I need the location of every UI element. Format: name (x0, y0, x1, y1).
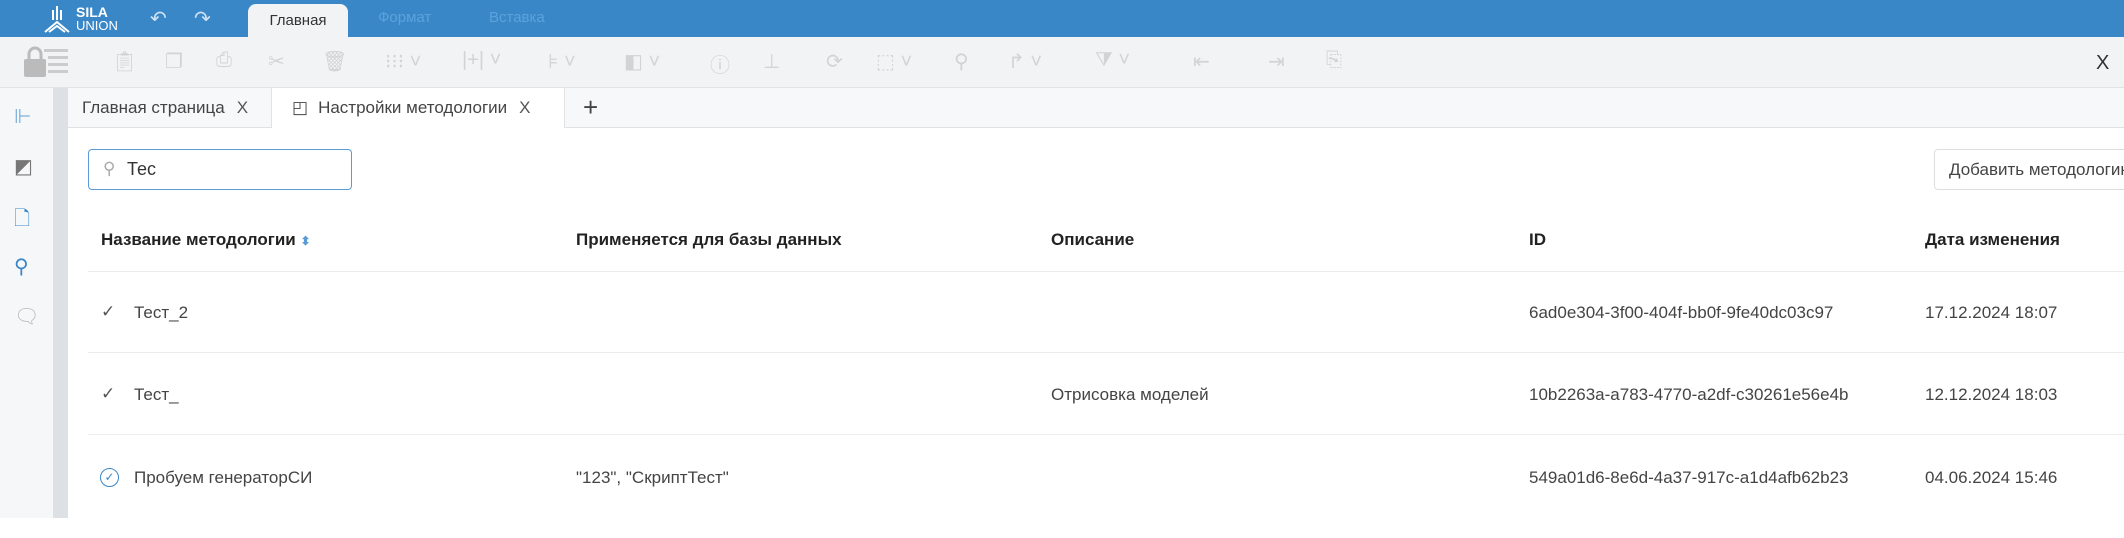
tab-home[interactable]: Главная страница X (68, 88, 272, 128)
cut-icon[interactable]: ✂ (268, 49, 285, 74)
add-methodology-button[interactable]: Добавить методологию (1934, 149, 2124, 190)
check-icon: ✓ (101, 384, 116, 403)
column-header-description[interactable]: Описание (1051, 230, 1134, 250)
insert-column-icon[interactable]: |+| ˅ (462, 49, 501, 72)
layers-icon[interactable]: ◧ ˅ (624, 49, 660, 74)
cell-date: 04.06.2024 15:46 (1925, 468, 2058, 487)
cell-id: 549a01d6-8e6d-4a37-917c-a1d4afb62b23 (1529, 468, 1849, 487)
title-bar: SILA UNION ↶ ↷ Главная Формат Вставка (0, 0, 2124, 37)
search-input[interactable] (127, 156, 337, 182)
search-icon: ⚲ (103, 159, 116, 178)
close-button[interactable]: X (2096, 52, 2109, 75)
undo-icon[interactable]: ↶ (150, 6, 167, 31)
search-icon[interactable]: ⚲ (954, 49, 969, 74)
cell-date: 12.12.2024 18:03 (1925, 385, 2058, 404)
column-header-id[interactable]: ID (1529, 230, 1546, 250)
indent-left-icon[interactable]: ⇤ (1193, 49, 1210, 74)
active-check-icon: ✓ (100, 468, 119, 487)
table-row[interactable]: ✓ Тест_ Отрисовка моделей 10b2263a-a783-… (0, 353, 2124, 434)
check-icon: ✓ (101, 302, 116, 321)
cell-date: 17.12.2024 18:07 (1925, 303, 2058, 322)
add-tab-button[interactable]: + (583, 92, 598, 123)
cell-id: 6ad0e304-3f00-404f-bb0f-9fe40dc03c97 (1529, 303, 1834, 322)
shapes-icon[interactable]: ◩ (14, 154, 33, 179)
sila-union-logo: SILA UNION (42, 3, 122, 35)
toolbar: 📋︎ ❐ ⎙ ✂ 🗑︎ ⁝⁝⁝ ˅ |+| ˅ ⊧ ˅ ◧ ˅ ⓘ ⊥ ⟳ ⬚ … (0, 37, 2124, 88)
column-header-date[interactable]: Дата изменения (1925, 230, 2060, 250)
cell-name: Пробуем генераторСИ (134, 468, 313, 487)
hierarchy-icon[interactable]: ⊥ (763, 49, 780, 74)
table-row[interactable]: ✓ Пробуем генераторСИ "123", "СкриптТест… (0, 435, 2124, 517)
cell-name: Тест_2 (134, 303, 189, 322)
ribbon-tab-main[interactable]: Главная (248, 4, 348, 37)
cell-name: Тест_ (134, 385, 179, 404)
ribbon-tab-format[interactable]: Формат (378, 9, 431, 26)
sort-icon[interactable]: ⬍ (300, 234, 310, 248)
column-header-name[interactable]: Название методологии ⬍ (101, 230, 311, 250)
tree-icon[interactable]: ⊩ (14, 104, 31, 129)
document-icon[interactable]: 🗋︎ (14, 204, 30, 238)
paste-special-icon[interactable]: ⎘ (1326, 49, 1342, 72)
settings-doc-icon: ◰ (292, 98, 309, 117)
tab-methodology-settings[interactable]: ◰ Настройки методологии X (272, 88, 565, 128)
redo-icon[interactable]: ↷ (194, 6, 211, 31)
close-tab-icon[interactable]: X (237, 98, 248, 117)
lock-list-icon[interactable] (22, 45, 70, 79)
tab-label: Настройки методологии (318, 98, 508, 117)
cell-description: Отрисовка моделей (1051, 385, 1209, 404)
cell-id: 10b2263a-a783-4770-a2df-c30261e56e4b (1529, 385, 1849, 404)
refresh-icon[interactable]: ⟳ (826, 49, 843, 74)
delete-icon[interactable]: 🗑︎ (322, 49, 347, 74)
cell-database: "123", "СкриптТест" (576, 468, 729, 487)
ribbon-tab-insert[interactable]: Вставка (489, 9, 545, 26)
column-header-database[interactable]: Применяется для базы данных (576, 230, 842, 250)
table-row[interactable]: ✓ Тест_2 6ad0e304-3f00-404f-bb0f-9fe40dc… (0, 272, 2124, 352)
logo-subtext: UNION (76, 18, 118, 33)
search-field[interactable]: ⚲ (88, 149, 352, 190)
logo-icon (44, 6, 70, 33)
clipboard-icon[interactable]: 📋︎ (112, 49, 137, 74)
info-icon[interactable]: ⓘ (710, 49, 730, 78)
select-icon[interactable]: ⬚ ˅ (876, 49, 912, 74)
copy-icon[interactable]: ❐ (165, 49, 183, 74)
redo-arrow-icon[interactable]: ↱ ˅ (1008, 49, 1042, 74)
header-label: Название методологии (101, 230, 296, 249)
tab-label: Главная страница (82, 98, 225, 117)
close-tab-icon[interactable]: X (519, 98, 530, 117)
grid-icon[interactable]: ⁝⁝⁝ ˅ (385, 49, 421, 74)
print-icon[interactable]: ⎙ (216, 49, 232, 72)
indent-right-icon[interactable]: ⇥ (1268, 49, 1285, 74)
document-tabs: Главная страница X ◰ Настройки методологии… (68, 88, 2124, 128)
align-icon[interactable]: ⊧ ˅ (548, 49, 576, 74)
filter-clear-icon[interactable]: ⧩ ˅ (1095, 49, 1130, 72)
